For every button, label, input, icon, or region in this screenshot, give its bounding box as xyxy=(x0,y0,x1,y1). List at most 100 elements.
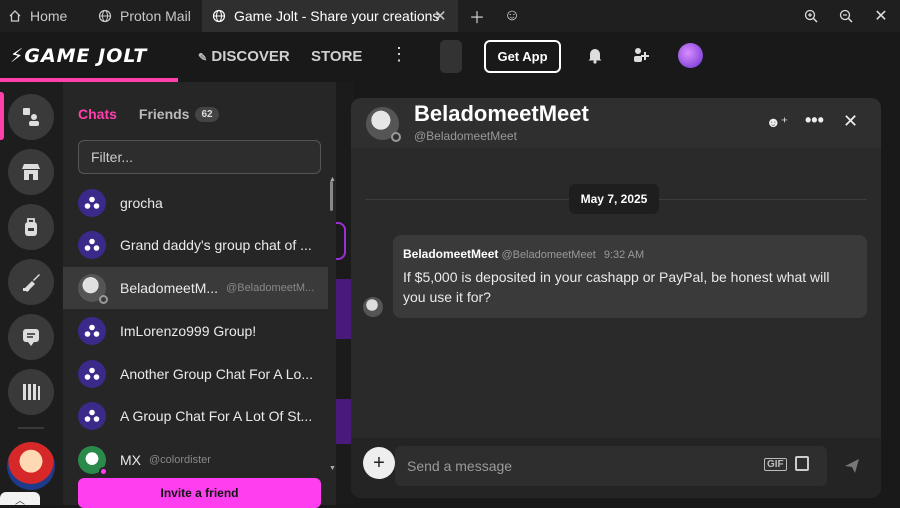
rail-active-indicator xyxy=(0,92,4,140)
rail-chat-button[interactable] xyxy=(8,314,54,360)
globe-icon xyxy=(212,9,226,23)
message-input-bar: + Send a message GIF xyxy=(351,438,881,498)
sticker-icon[interactable] xyxy=(795,456,809,471)
bolt-icon: ⚡ xyxy=(10,45,25,67)
backpack-icon xyxy=(25,218,37,236)
date-separator: May 7, 2025 xyxy=(569,184,659,214)
rail-divider xyxy=(18,427,44,429)
bell-icon[interactable] xyxy=(587,46,603,69)
tab-home[interactable]: Home xyxy=(8,0,67,32)
nav-discover-label: DISCOVER xyxy=(211,48,290,65)
add-friend-icon[interactable]: ☻⁺ xyxy=(766,114,788,131)
activity-icon xyxy=(23,108,39,126)
chat-item-name: Another Group Chat For A Lo... xyxy=(120,366,313,382)
chat-item-handle: @colordister xyxy=(149,454,211,466)
chat-item-name: grocha xyxy=(120,195,163,211)
library-icon xyxy=(23,384,40,400)
chat-item-grocha[interactable]: grocha xyxy=(63,182,328,224)
group-icon xyxy=(78,231,106,259)
message-input[interactable]: Send a message xyxy=(395,446,827,486)
tab-proton-label: Proton Mail xyxy=(120,8,191,24)
chat-item-name: ImLorenzo999 Group! xyxy=(120,323,257,339)
background-element xyxy=(336,222,346,260)
scroll-down-icon[interactable]: ▼ xyxy=(329,465,336,472)
offline-status-icon xyxy=(99,295,108,304)
more-horizontal-icon[interactable]: ••• xyxy=(805,110,824,131)
chat-item-name: MX xyxy=(120,452,141,468)
close-window-icon[interactable]: ✕ xyxy=(864,0,898,32)
close-chat-icon[interactable]: ✕ xyxy=(843,111,858,132)
search-placeholder-box[interactable] xyxy=(440,40,462,73)
nav-discover[interactable]: ✎ DISCOVER xyxy=(198,48,290,65)
group-icon xyxy=(78,402,106,430)
gif-button[interactable]: GIF xyxy=(764,458,787,471)
rail-activity-button[interactable] xyxy=(8,94,54,140)
get-app-button[interactable]: Get App xyxy=(484,40,561,73)
chat-item-another-group[interactable]: Another Group Chat For A Lo... xyxy=(63,353,328,395)
rail-library-button[interactable] xyxy=(8,369,54,415)
user-avatar[interactable] xyxy=(678,43,703,68)
logo-text: GAME JOLT xyxy=(24,45,148,67)
tab-friends[interactable]: Friends xyxy=(139,106,190,122)
chat-item-beladomeetmeet[interactable]: BeladomeetM... @BeladomeetM... xyxy=(63,267,328,309)
message-text: If $5,000 is deposited in your cashapp o… xyxy=(403,269,830,305)
chat-bubble-icon xyxy=(23,329,39,346)
add-attachment-button[interactable]: + xyxy=(363,447,395,479)
group-icon xyxy=(78,317,106,345)
chat-header: BeladomeetMeet @BeladomeetMeet ☻⁺ ••• ✕ xyxy=(351,98,881,148)
chat-item-handle: @BeladomeetM... xyxy=(226,282,315,294)
zoom-in-icon[interactable] xyxy=(794,0,828,32)
chat-item-name: BeladomeetM... xyxy=(120,280,219,296)
chat-list-panel: Chats Friends 62 Filter... grocha Grand … xyxy=(63,82,336,508)
more-vertical-icon[interactable]: ⋮ xyxy=(390,44,408,65)
chat-item-grand-daddy[interactable]: Grand daddy's group chat of ... xyxy=(63,224,328,266)
tab-home-label: Home xyxy=(30,8,68,24)
message-time: 9:32 AM xyxy=(603,249,645,261)
gamejolt-logo[interactable]: ⚡GAME JOLT xyxy=(10,45,147,67)
tab-chats[interactable]: Chats xyxy=(78,106,117,122)
zoom-out-icon[interactable] xyxy=(829,0,863,32)
chat-title: BeladomeetMeet xyxy=(414,101,589,126)
group-icon xyxy=(78,360,106,388)
background-element xyxy=(336,279,351,339)
smiley-icon[interactable]: ☺ xyxy=(495,0,529,32)
nav-store[interactable]: STORE xyxy=(311,48,362,65)
home-icon xyxy=(8,9,22,23)
friends-request-icon[interactable] xyxy=(632,46,650,69)
chat-item-mx[interactable]: MX @colordister xyxy=(63,439,328,481)
rail-creator-button[interactable] xyxy=(8,259,54,305)
tab-gamejolt[interactable]: Game Jolt - Share your creations ✕ xyxy=(202,0,458,32)
chat-item-name: Grand daddy's group chat of ... xyxy=(120,237,312,253)
globe-icon xyxy=(98,9,112,23)
left-rail: ︿ xyxy=(0,82,63,507)
friends-count-badge: 62 xyxy=(195,106,219,122)
chat-window: BeladomeetMeet @BeladomeetMeet ☻⁺ ••• ✕ … xyxy=(351,98,881,498)
browser-tab-bar: Home Proton Mail Game Jolt - Share your … xyxy=(0,0,900,32)
chat-list-scrollbar[interactable] xyxy=(330,181,333,211)
rail-store-button[interactable] xyxy=(8,149,54,195)
chat-user-avatar[interactable] xyxy=(366,107,401,142)
offline-status-icon xyxy=(391,132,401,142)
invite-friend-button[interactable]: Invite a friend xyxy=(78,478,321,508)
tab-gamejolt-label: Game Jolt - Share your creations xyxy=(234,8,440,24)
store-icon xyxy=(22,164,40,180)
message-avatar[interactable] xyxy=(363,297,383,317)
message-author[interactable]: BeladomeetMeet xyxy=(403,247,498,261)
chevron-up-icon[interactable]: ︿ xyxy=(0,492,40,507)
chat-item-a-group[interactable]: A Group Chat For A Lot Of St... xyxy=(63,395,328,437)
online-status-icon xyxy=(99,467,108,476)
message-bubble: BeladomeetMeet @BeladomeetMeet 9:32 AM I… xyxy=(393,235,867,318)
close-tab-icon[interactable]: ✕ xyxy=(434,7,447,25)
discover-icon: ✎ xyxy=(198,52,208,64)
message-handle: @BeladomeetMeet xyxy=(501,249,596,261)
send-icon[interactable] xyxy=(844,458,860,479)
filter-input[interactable]: Filter... xyxy=(78,140,321,174)
chat-item-imlorenzo[interactable]: ImLorenzo999 Group! xyxy=(63,310,328,352)
rail-backpack-button[interactable] xyxy=(8,204,54,250)
message-meta: BeladomeetMeet @BeladomeetMeet 9:32 AM xyxy=(403,247,644,261)
rail-game-avatar[interactable] xyxy=(7,442,55,490)
new-tab-icon[interactable]: ＋ xyxy=(460,0,494,32)
user-avatar xyxy=(78,274,108,304)
tab-proton[interactable]: Proton Mail xyxy=(98,0,191,32)
brush-icon xyxy=(23,274,40,292)
